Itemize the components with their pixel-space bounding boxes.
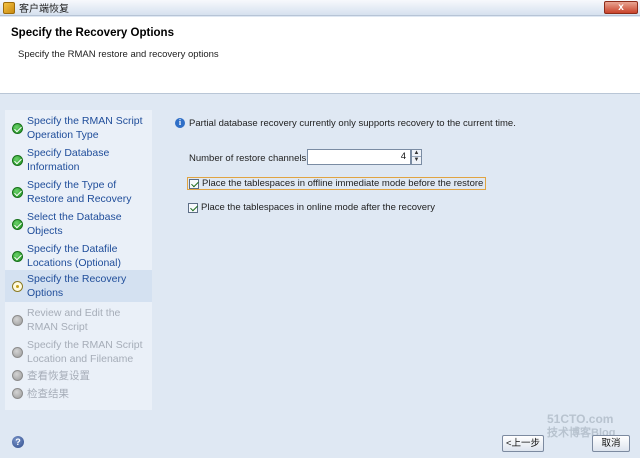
page-subtitle: Specify the RMAN restore and recovery op… (18, 49, 219, 60)
nav-step-8: Specify the RMAN Script Location and Fil… (5, 336, 152, 368)
info-message: Partial database recovery currently only… (189, 118, 516, 129)
page-title: Specify the Recovery Options (11, 27, 174, 39)
nav-step-9: 查看恢复设置 (5, 368, 152, 386)
nav-step-6-current[interactable]: Specify the Recovery Options (5, 270, 152, 302)
nav-step-label: Specify the Type of Restore and Recovery (27, 179, 132, 205)
wizard-steps-nav: Specify the RMAN Script Operation Type S… (5, 110, 152, 410)
online-mode-option[interactable]: Place the tablespaces in online mode aft… (188, 202, 435, 213)
back-button[interactable]: <上一步 (502, 435, 544, 452)
spin-up-arrow-icon[interactable]: ▲ (412, 150, 421, 157)
app-icon (3, 1, 15, 14)
cancel-button[interactable]: 取消 (592, 435, 630, 452)
offline-mode-label: Place the tablespaces in offline immedia… (202, 178, 484, 189)
online-mode-label: Place the tablespaces in online mode aft… (201, 202, 435, 213)
nav-step-label: Specify Database Information (27, 147, 110, 173)
window-title: 客户端恢复 (19, 4, 69, 15)
nav-step-label: 检查结果 (27, 388, 69, 400)
spin-down-arrow-icon[interactable]: ▼ (412, 157, 421, 164)
offline-mode-option[interactable]: Place the tablespaces in offline immedia… (187, 177, 487, 190)
watermark-line1: 51CTO.com (547, 412, 614, 426)
nav-step-3[interactable]: Specify the Type of Restore and Recovery (5, 176, 152, 208)
nav-step-4[interactable]: Select the Database Objects (5, 208, 152, 240)
nav-step-label: Specify the Datafile Locations (Optional… (27, 243, 121, 269)
nav-step-label: Specify the RMAN Script Location and Fil… (27, 339, 143, 365)
online-mode-checkbox[interactable] (188, 202, 198, 213)
check-icon (12, 251, 23, 262)
nav-step-5[interactable]: Specify the Datafile Locations (Optional… (5, 240, 152, 272)
nav-step-label: 查看恢复设置 (27, 370, 90, 382)
nav-step-label: Review and Edit the RMAN Script (27, 307, 121, 333)
help-icon[interactable]: ? (12, 436, 24, 448)
title-bar: 客户端恢复 x (0, 0, 640, 16)
pending-step-icon (12, 347, 23, 358)
window-close-button[interactable]: x (604, 1, 638, 14)
nav-step-1[interactable]: Specify the RMAN Script Operation Type (5, 112, 152, 144)
check-icon (12, 123, 23, 134)
pending-step-icon (12, 388, 23, 399)
nav-step-7: Review and Edit the RMAN Script (5, 304, 152, 336)
nav-step-2[interactable]: Specify Database Information (5, 144, 152, 176)
wizard-header: Specify the Recovery Options Specify the… (0, 17, 640, 94)
check-icon (12, 155, 23, 166)
offline-mode-checkbox[interactable] (189, 178, 199, 189)
check-icon (12, 219, 23, 230)
nav-step-label: Specify the Recovery Options (27, 273, 127, 299)
nav-step-label: Select the Database Objects (27, 211, 122, 237)
restore-channels-spinner[interactable]: ▲ ▼ (411, 149, 422, 165)
check-icon (12, 187, 23, 198)
current-step-icon (12, 281, 23, 292)
pending-step-icon (12, 315, 23, 326)
pending-step-icon (12, 370, 23, 381)
restore-channels-label: Number of restore channels: (189, 153, 309, 164)
nav-step-label: Specify the RMAN Script Operation Type (27, 115, 143, 141)
info-icon: i (175, 118, 185, 128)
restore-channels-input[interactable]: 4 (307, 149, 411, 165)
nav-step-10: 检查结果 (5, 386, 152, 404)
